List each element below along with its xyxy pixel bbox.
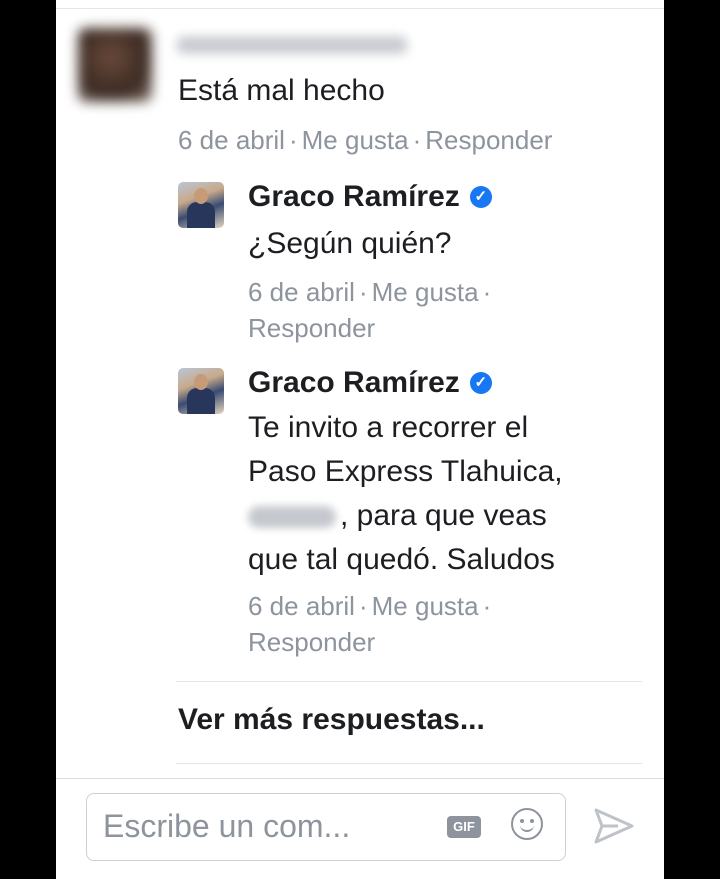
- gif-icon[interactable]: GIF: [447, 816, 481, 838]
- separator-dot: ·: [358, 277, 368, 307]
- divider: [56, 8, 664, 9]
- reply-text: ¿Según quién?: [248, 227, 452, 260]
- reply-text-line: Te invito a recorrer el: [248, 411, 529, 444]
- reply-date: 6 de abril: [248, 277, 355, 307]
- divider: [56, 778, 664, 779]
- reply-item: Graco Ramírez ✓ ¿Según quién? 6 de abril…: [178, 180, 648, 350]
- reply-link[interactable]: Responder: [248, 313, 375, 343]
- like-link[interactable]: Me gusta: [302, 125, 409, 155]
- reply-text-line: que tal quedó. Saludos: [248, 543, 555, 576]
- reply-meta: 6 de abril · Me gusta · Responder: [248, 274, 568, 346]
- send-icon[interactable]: [594, 808, 634, 844]
- reply-meta: 6 de abril · Me gusta · Responder: [248, 588, 568, 660]
- emoji-icon[interactable]: [511, 808, 543, 840]
- verified-badge-icon: ✓: [469, 186, 492, 208]
- reply-header: Graco Ramírez ✓: [248, 180, 492, 214]
- separator-dot: ·: [482, 277, 492, 307]
- reply-text: Te invito a recorrer el Paso Express Tla…: [248, 406, 628, 582]
- reply-link[interactable]: Responder: [248, 627, 375, 657]
- commenter-avatar-blurred[interactable]: [78, 28, 152, 102]
- separator-dot: ·: [288, 125, 298, 155]
- reply-author-name[interactable]: Graco Ramírez: [248, 180, 460, 214]
- like-link[interactable]: Me gusta: [372, 277, 479, 307]
- reply-header: Graco Ramírez ✓: [248, 366, 492, 400]
- comments-panel: Está mal hecho 6 de abril · Me gusta · Respo…: [56, 0, 664, 879]
- avatar[interactable]: [178, 182, 224, 228]
- separator-dot: ·: [358, 591, 368, 621]
- mention-blurred[interactable]: [248, 506, 336, 529]
- commenter-name-blurred[interactable]: [176, 36, 408, 54]
- like-link[interactable]: Me gusta: [372, 591, 479, 621]
- reply-item: Graco Ramírez ✓ Te invito a recorrer el …: [178, 366, 648, 666]
- divider: [176, 681, 642, 682]
- top-comment-date: 6 de abril: [178, 125, 285, 155]
- comment-placeholder: Escribe un com...: [103, 808, 351, 844]
- divider: [176, 763, 642, 764]
- more-replies-link[interactable]: Ver más respuestas...: [178, 703, 485, 737]
- top-comment-text: Está mal hecho: [178, 74, 385, 107]
- separator-dot: ·: [412, 125, 422, 155]
- verified-badge-icon: ✓: [469, 372, 492, 394]
- reply-author-name[interactable]: Graco Ramírez: [248, 366, 460, 400]
- comment-input[interactable]: Escribe un com... GIF: [86, 793, 566, 861]
- separator-dot: ·: [482, 591, 492, 621]
- reply-text-line: Paso Express Tlahuica,: [248, 455, 563, 488]
- reply-link[interactable]: Responder: [425, 125, 552, 155]
- reply-text-line: , para que veas: [248, 494, 628, 538]
- reply-date: 6 de abril: [248, 591, 355, 621]
- avatar[interactable]: [178, 368, 224, 414]
- top-comment-meta: 6 de abril · Me gusta · Responder: [178, 122, 552, 158]
